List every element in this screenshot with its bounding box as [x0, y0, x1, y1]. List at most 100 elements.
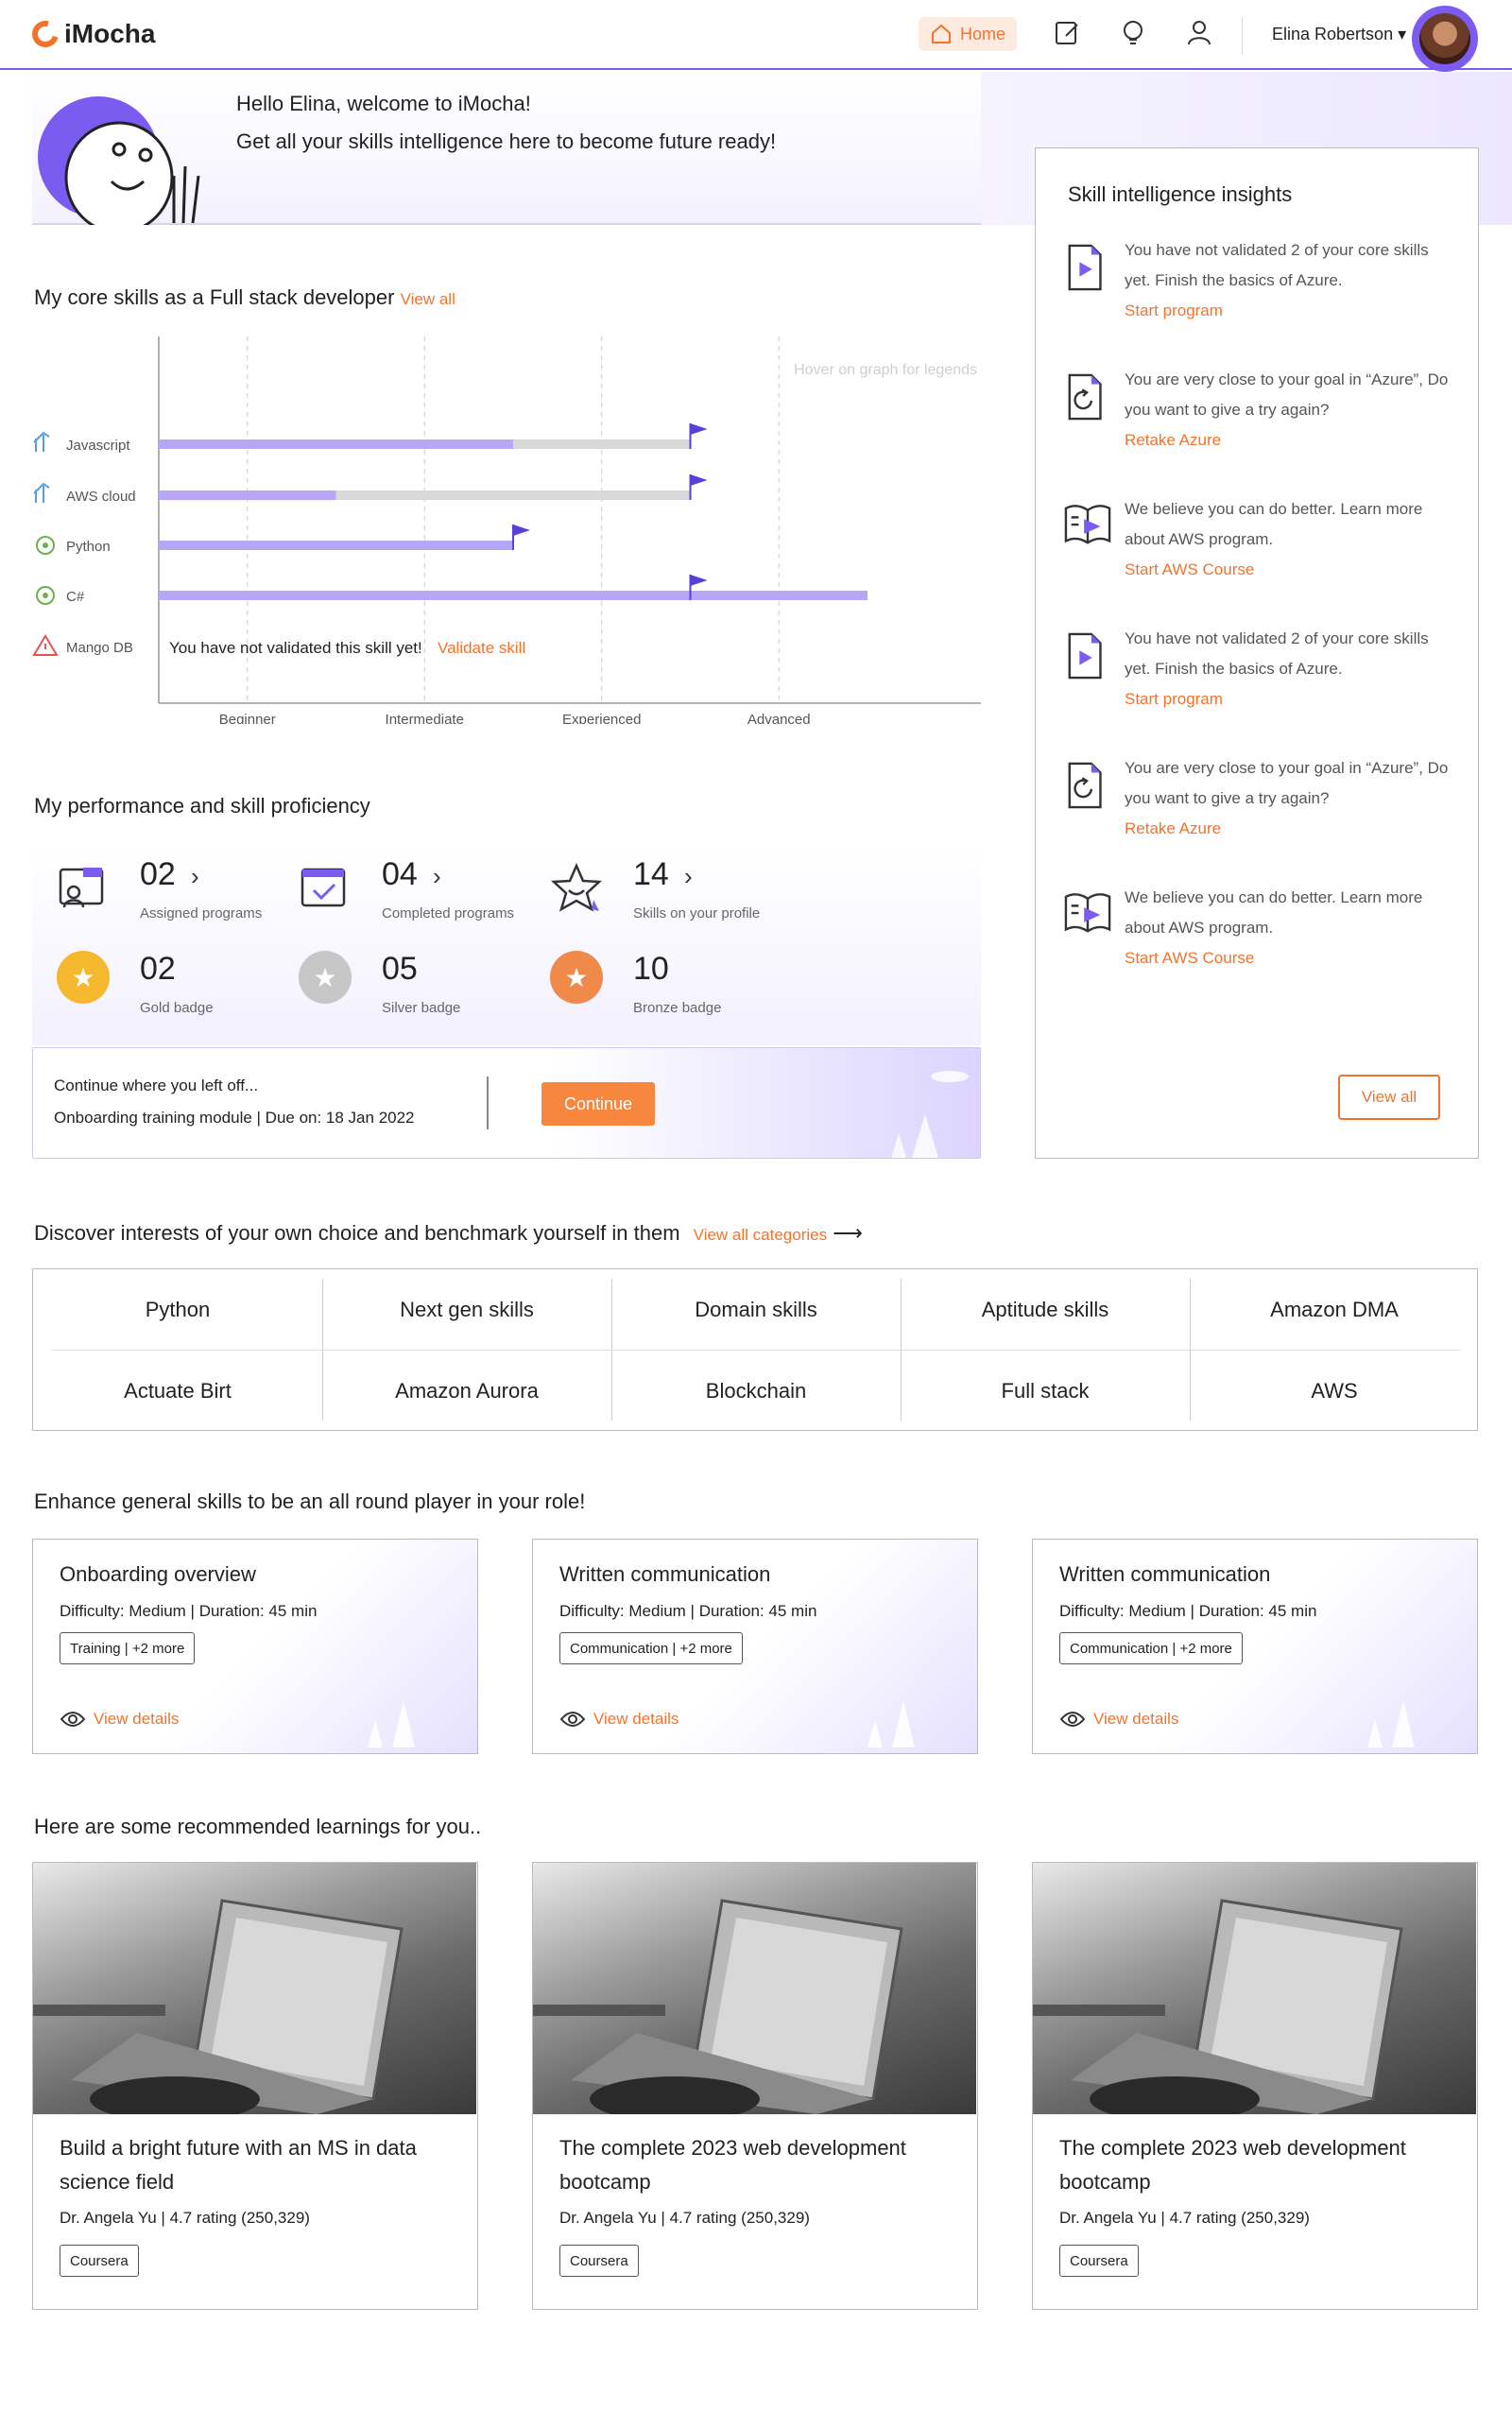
categories-grid: Python Next gen skills Domain skills Aptitu…	[32, 1268, 1478, 1431]
bar-primary	[159, 439, 513, 449]
lightbulb-icon[interactable]	[1119, 19, 1147, 47]
view-details-link[interactable]: View details	[559, 1710, 679, 1729]
badge-gold: ★ 02 Gold badge	[57, 951, 284, 1026]
stat-assigned-programs[interactable]: 02 › Assigned programs	[57, 856, 284, 932]
stat-completed-programs[interactable]: 04 › Completed programs	[299, 856, 525, 932]
completed-programs-label: Completed programs	[382, 905, 515, 921]
retry-doc-icon	[1068, 373, 1102, 421]
y-category-label: C#	[66, 589, 85, 605]
retry-doc-icon	[1068, 762, 1102, 809]
trees-illustration	[368, 1700, 415, 1748]
card-tag: Communication | +2 more	[559, 1632, 743, 1664]
course-provider-tag: Coursera	[559, 2245, 639, 2277]
course-title: The complete 2023 web development bootca…	[1059, 2136, 1406, 2194]
chevron-right-icon[interactable]: ›	[433, 862, 441, 891]
general-skill-card[interactable]: Written communication Difficulty: Medium …	[1032, 1539, 1478, 1754]
eye-icon	[60, 1712, 86, 1727]
category-item[interactable]: Aptitude skills	[901, 1269, 1190, 1351]
edit-doc-icon[interactable]	[1053, 19, 1081, 47]
badge-silver: ★ 05 Silver badge	[299, 951, 525, 1026]
continue-module-info: Onboarding training module | Due on: 18 …	[54, 1109, 415, 1127]
insights-title: Skill intelligence insights	[1068, 182, 1293, 206]
silver-badge-icon: ★	[299, 951, 352, 1004]
category-item[interactable]: Full stack	[901, 1351, 1190, 1432]
header-divider	[1242, 17, 1243, 55]
insight-action-link[interactable]: Start AWS Course	[1125, 949, 1254, 968]
continue-divider	[487, 1076, 489, 1129]
recommended-card[interactable]: Build a bright future with an MS in data…	[32, 1862, 478, 2310]
insights-view-all-button[interactable]: View all	[1338, 1075, 1440, 1120]
course-thumbnail	[33, 1863, 476, 2114]
welcome-greeting: Hello Elina, welcome to iMocha!	[236, 92, 531, 115]
insight-action-link[interactable]: Retake Azure	[1125, 431, 1221, 450]
general-skill-card[interactable]: Written communication Difficulty: Medium …	[532, 1539, 978, 1754]
view-details-link[interactable]: View details	[1059, 1710, 1178, 1729]
course-thumbnail	[1033, 1863, 1476, 2114]
y-category-label: Javascript	[66, 438, 130, 454]
category-item[interactable]: Next gen skills	[322, 1269, 611, 1351]
recommended-card[interactable]: The complete 2023 web development bootca…	[532, 1862, 978, 2310]
gold-badge-label: Gold badge	[140, 1000, 214, 1016]
performance-title: My performance and skill proficiency	[34, 794, 370, 818]
user-menu[interactable]: Elina Robertson ▾	[1272, 25, 1406, 44]
caret-down-icon: ▾	[1398, 25, 1407, 43]
course-thumbnail	[533, 1863, 976, 2114]
course-author-rating: Dr. Angela Yu | 4.7 rating (250,329)	[559, 2209, 810, 2227]
laptop-photo	[33, 1899, 404, 2114]
trees-illustration	[868, 1700, 915, 1748]
insight-text: You have not validated 2 of your core sk…	[1125, 241, 1429, 289]
nav-home[interactable]: Home	[919, 17, 1017, 51]
insight-action-link[interactable]: Start program	[1125, 690, 1223, 709]
bar-primary	[159, 591, 868, 600]
general-skill-card[interactable]: Onboarding overview Difficulty: Medium | …	[32, 1539, 478, 1754]
user-icon[interactable]	[1185, 19, 1213, 47]
category-row-divider	[52, 1350, 1460, 1351]
core-skills-view-all[interactable]: View all	[401, 290, 455, 308]
insight-action-link[interactable]: Retake Azure	[1125, 819, 1221, 838]
core-skills-chart[interactable]: Hover on graph for legends Beginner Inter…	[32, 327, 987, 724]
target-icon	[36, 536, 55, 555]
badge-bronze: ★ 10 Bronze badge	[550, 951, 777, 1026]
category-item[interactable]: Blockchain	[611, 1351, 901, 1432]
chevron-right-icon[interactable]: ›	[684, 862, 693, 891]
card-meta: Difficulty: Medium | Duration: 45 min	[559, 1602, 817, 1620]
avatar[interactable]	[1412, 6, 1478, 72]
course-title: The complete 2023 web development bootca…	[559, 2136, 906, 2194]
card-title: Written communication	[1059, 1562, 1271, 1586]
card-title: Onboarding overview	[60, 1562, 256, 1586]
course-provider-tag: Coursera	[1059, 2245, 1139, 2277]
category-item[interactable]: AWS	[1190, 1351, 1479, 1432]
y-category-label: AWS cloud	[66, 489, 136, 505]
book-play-icon	[1064, 505, 1111, 544]
category-item[interactable]: Amazon Aurora	[322, 1351, 611, 1432]
core-skills-title: My core skills as a Full stack developer…	[34, 285, 455, 309]
category-item[interactable]: Actuate Birt	[33, 1351, 322, 1432]
book-play-icon	[1064, 893, 1111, 933]
stat-skills-on-profile[interactable]: 14 › Skills on your profile	[550, 856, 777, 932]
insight-text: You are very close to your goal in “Azur…	[1125, 370, 1449, 419]
category-item[interactable]: Python	[33, 1269, 322, 1351]
category-item[interactable]: Domain skills	[611, 1269, 901, 1351]
bronze-badge-label: Bronze badge	[633, 1000, 722, 1016]
card-meta: Difficulty: Medium | Duration: 45 min	[60, 1602, 318, 1620]
view-all-categories-link[interactable]: View all categories	[694, 1226, 827, 1244]
insight-action-link[interactable]: Start program	[1125, 301, 1223, 320]
gold-badge-count: 02	[140, 951, 176, 987]
insight-item: You are very close to your goal in “Azur…	[1064, 753, 1461, 867]
category-item[interactable]: Amazon DMA	[1190, 1269, 1479, 1351]
eye-icon	[1059, 1712, 1086, 1727]
view-details-link[interactable]: View details	[60, 1710, 179, 1729]
recommended-card[interactable]: The complete 2023 web development bootca…	[1032, 1862, 1478, 2310]
chevron-right-icon[interactable]: ›	[191, 862, 199, 891]
arrow-right-icon[interactable]: ⟶	[833, 1221, 863, 1245]
trees-illustration	[1367, 1700, 1415, 1748]
target-icon	[36, 586, 55, 605]
validate-skill-link[interactable]: Validate skill	[438, 639, 525, 657]
insight-action-link[interactable]: Start AWS Course	[1125, 560, 1254, 579]
x-tick-label: Advanced	[747, 712, 811, 724]
trend-up-icon	[33, 482, 50, 503]
continue-button[interactable]: Continue	[541, 1082, 655, 1126]
imocha-logo[interactable]: iMocha	[26, 15, 155, 53]
y-category-label: Python	[66, 539, 111, 555]
skills-on-profile-count: 14	[633, 856, 669, 892]
